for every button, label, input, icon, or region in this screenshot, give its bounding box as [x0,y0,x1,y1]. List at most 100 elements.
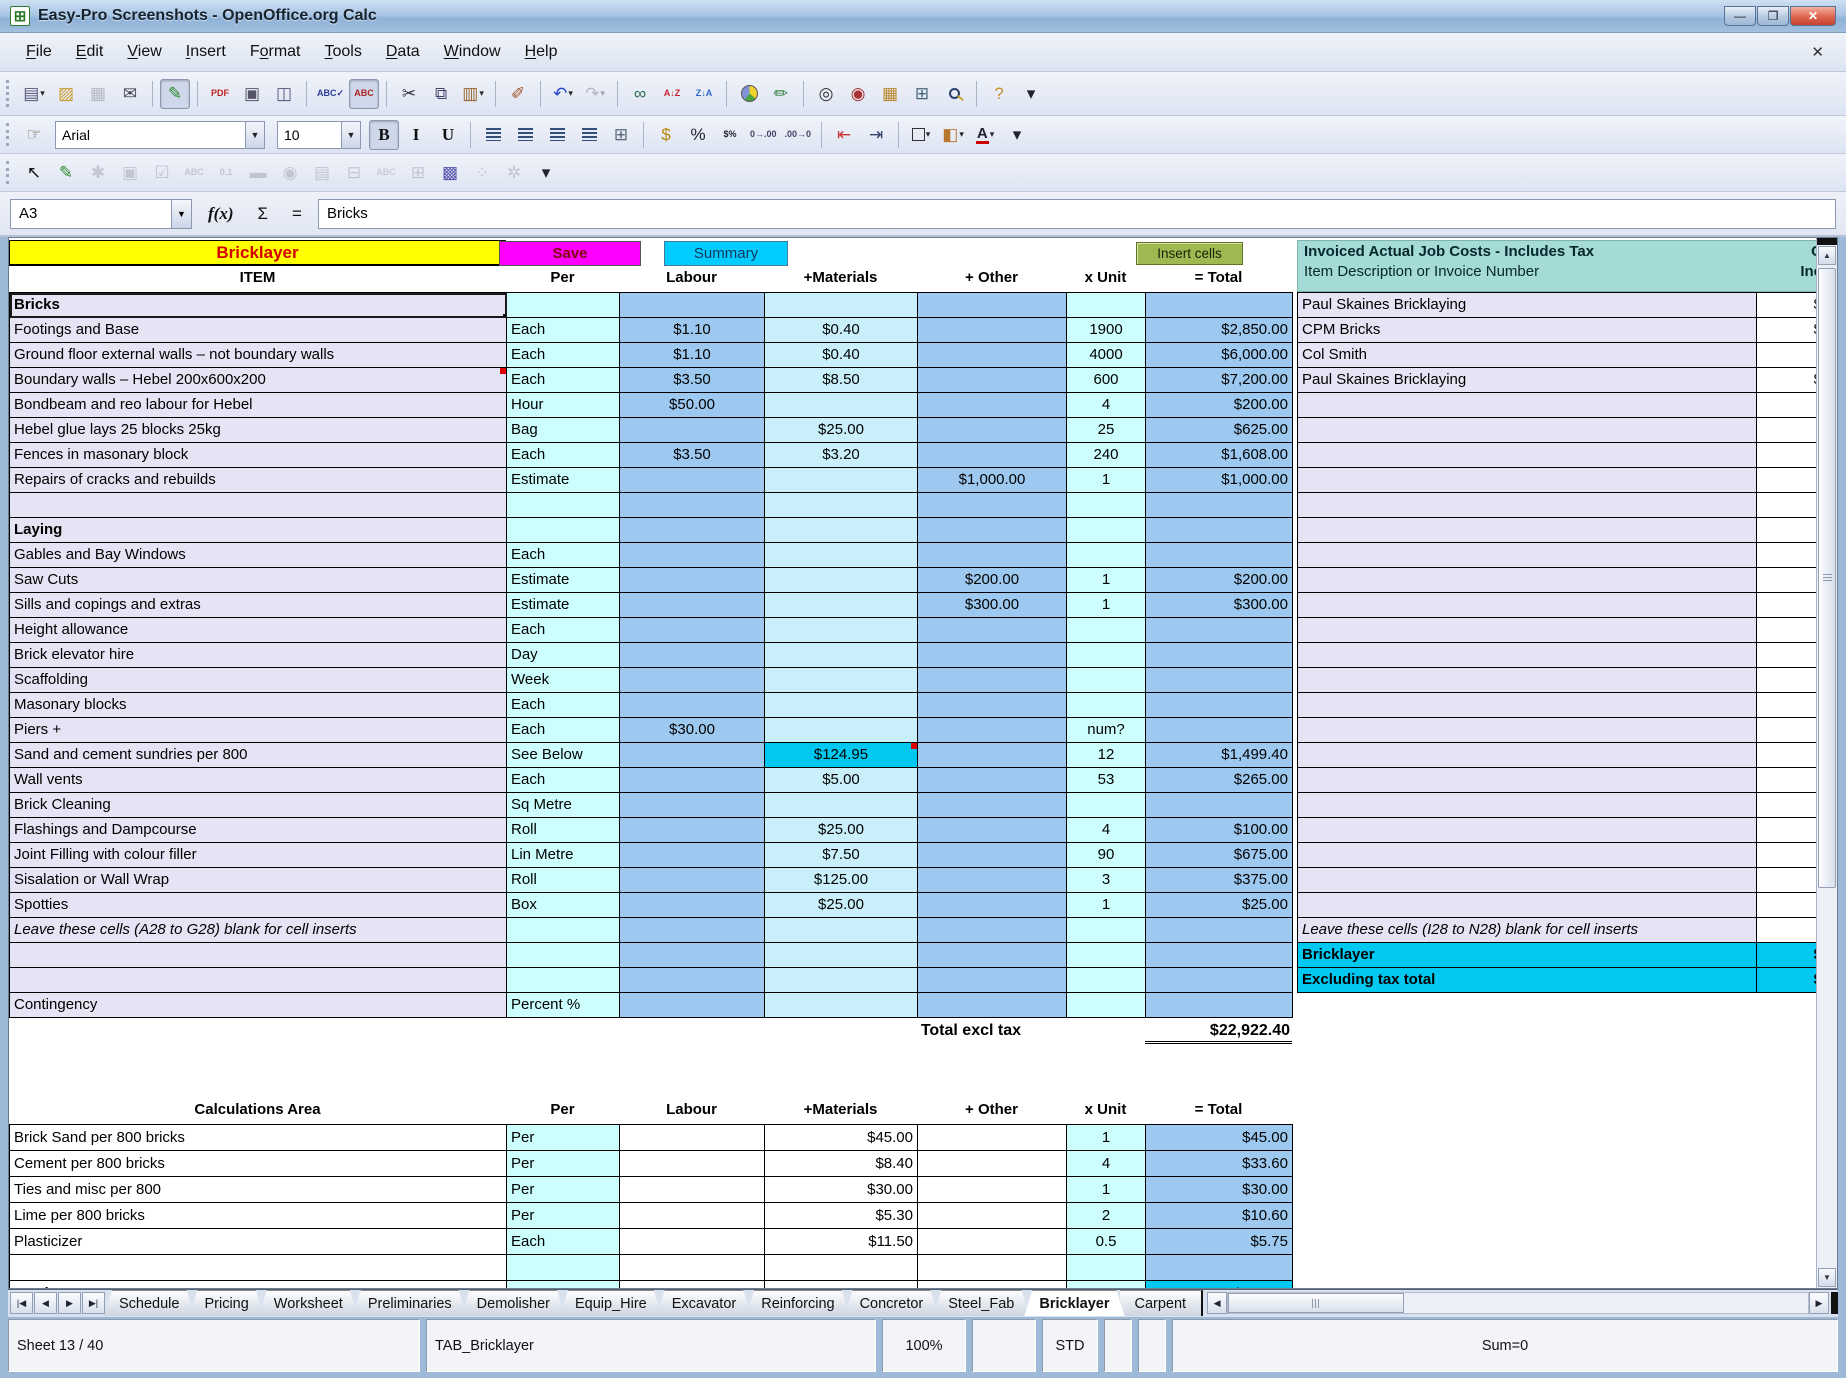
cell-invoice-description[interactable] [1298,843,1757,868]
next-sheet-icon[interactable]: ▶ [58,1292,81,1314]
cell-materials[interactable] [765,993,918,1018]
zoom-level-panel[interactable]: 100% [882,1319,966,1372]
cell-unit[interactable]: 1900 [1067,318,1146,343]
cell-unit[interactable]: 4 [1067,1151,1146,1177]
cell-labour[interactable] [620,1281,765,1290]
cell-total[interactable] [1146,943,1293,968]
cell-item[interactable]: Fences in masonary block [10,443,507,468]
page-preview-icon[interactable]: ◫ [269,79,299,109]
cell-per[interactable]: Estimate [507,593,620,618]
align-left-icon[interactable] [478,120,508,150]
cell-total[interactable] [1146,968,1293,993]
export-pdf-icon[interactable]: PDF [205,79,235,109]
cell-per[interactable]: See Below [507,743,620,768]
cell-item[interactable]: Height allowance [10,618,507,643]
cell-per[interactable] [507,968,620,993]
cell-total[interactable]: $265.00 [1146,768,1293,793]
cell-item[interactable]: Laying [10,518,507,543]
name-box[interactable]: A3 ▼ [10,199,192,229]
total-excl-tax-label[interactable]: Total excl tax [709,1022,1021,1040]
previous-sheet-icon[interactable]: ◀ [34,1292,57,1314]
cell-materials[interactable]: $5.00 [765,768,918,793]
cell-invoice-description[interactable] [1298,393,1757,418]
cell-per[interactable]: Week [507,668,620,693]
status-panel[interactable] [972,1319,1036,1372]
cell-item[interactable]: Boundary walls – Hebel 200x600x200 [10,368,507,393]
cell-materials[interactable]: $25.00 [765,418,918,443]
cell-per[interactable]: Lin Metre [507,843,620,868]
cell-item[interactable]: Cement per 800 bricks [10,1151,507,1177]
cell-other[interactable] [918,943,1067,968]
column-header-materials[interactable]: +Materials [764,1098,917,1124]
cell-materials[interactable] [765,918,918,943]
cell-per[interactable]: Estimate [507,468,620,493]
cell-invoice-description[interactable] [1298,568,1757,593]
cell-unit[interactable] [1067,693,1146,718]
cell-labour[interactable] [620,943,765,968]
paste-icon[interactable]: ▥▾ [458,79,488,109]
menu-file[interactable]: File [14,39,64,65]
cell-materials[interactable]: $124.95 [765,743,918,768]
find-replace-icon[interactable]: ◎ [811,79,841,109]
cell-other[interactable] [918,893,1067,918]
tab-schedule[interactable]: Schedule [104,1290,194,1316]
cell-per[interactable]: Each [507,1229,620,1255]
tab-carpent[interactable]: Carpent [1120,1290,1204,1316]
cell-other[interactable] [918,918,1067,943]
cell-per[interactable] [507,293,620,318]
cell-total[interactable]: $10.60 [1146,1203,1293,1229]
add-decimal-place-icon[interactable]: 0→.00 [747,120,780,150]
delete-decimal-place-icon[interactable]: .00→0 [782,120,815,150]
cell-other[interactable] [918,318,1067,343]
cell-item[interactable]: Plasticizer [10,1229,507,1255]
cell-total[interactable] [1146,543,1293,568]
column-header-other[interactable]: + Other [917,266,1066,292]
styles-and-formatting-icon[interactable]: ☞ [19,120,49,150]
tab-excavator[interactable]: Excavator [657,1290,751,1316]
cell-other[interactable] [918,1125,1067,1151]
cell-materials[interactable]: $7.50 [765,843,918,868]
cell-unit[interactable]: 4000 [1067,343,1146,368]
equals-icon[interactable]: = [284,202,310,226]
cell-unit[interactable] [1067,643,1146,668]
cell-item[interactable]: Hebel glue lays 25 blocks 25kg [10,418,507,443]
menu-help[interactable]: Help [513,39,570,65]
cell-labour[interactable]: $30.00 [620,718,765,743]
tab-preliminaries[interactable]: Preliminaries [353,1290,467,1316]
formula-input[interactable] [318,199,1836,229]
cell-total[interactable]: $30.00 [1146,1177,1293,1203]
cell-materials[interactable]: $8.40 [765,1151,918,1177]
tab-bricklayer[interactable]: Bricklayer [1024,1290,1124,1316]
zoom-icon[interactable] [939,79,969,109]
cell-other[interactable] [918,443,1067,468]
cell-other[interactable] [918,768,1067,793]
toolbar-overflow-icon[interactable]: ▾ [531,158,561,188]
cell-total[interactable] [1146,693,1293,718]
cell-materials[interactable]: $125.00 [765,868,918,893]
column-header-labour[interactable]: Labour [619,266,764,292]
cell-other[interactable]: $200.00 [918,568,1067,593]
cell-item[interactable]: Lime per 800 bricks [10,1203,507,1229]
font-size-select[interactable]: 10 ▼ [277,121,361,149]
copy-icon[interactable]: ⧉ [426,79,456,109]
cell-invoice-description[interactable] [1298,443,1757,468]
insert-cells-button[interactable]: Insert cells [1136,242,1243,265]
cell-labour[interactable] [620,918,765,943]
cell-labour[interactable] [620,468,765,493]
cell-unit[interactable]: 4 [1067,818,1146,843]
cell-unit[interactable]: 1 [1067,893,1146,918]
cell-total[interactable] [1146,293,1293,318]
cell-materials[interactable] [765,468,918,493]
cell-other[interactable] [918,293,1067,318]
horizontal-scrollbar[interactable]: ◀ ▶ [1207,1292,1838,1314]
menu-tools[interactable]: Tools [313,39,374,65]
cell-labour[interactable] [620,893,765,918]
cell-invoice-description[interactable]: Leave these cells (I28 to N28) blank for… [1298,918,1757,943]
cell-unit[interactable] [1067,618,1146,643]
cell-unit[interactable] [1067,993,1146,1018]
column-header-materials[interactable]: +Materials [764,266,917,292]
cell-per[interactable]: Estimate [507,568,620,593]
invoiced-costs-header[interactable]: Invoiced Actual Job Costs - Includes Tax… [1297,240,1838,292]
cell-invoice-description[interactable] [1298,643,1757,668]
cell-other[interactable]: $1,000.00 [918,468,1067,493]
